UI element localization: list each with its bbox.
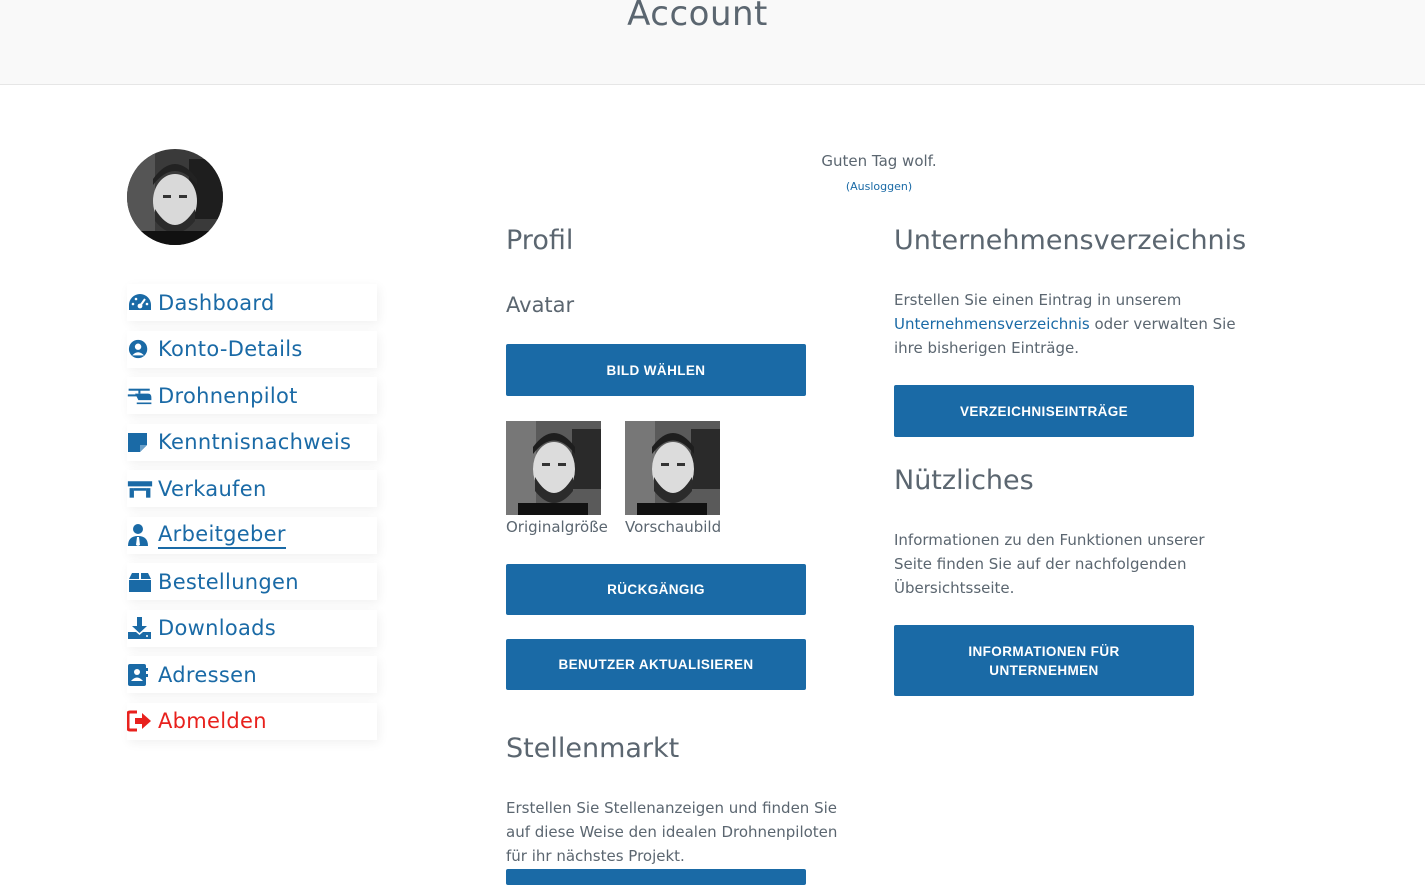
jobs-button[interactable] bbox=[506, 869, 806, 885]
gauge-icon bbox=[127, 291, 153, 315]
nav-label: Verkaufen bbox=[158, 476, 267, 501]
nav-label: Kenntnisnachweis bbox=[158, 430, 352, 454]
nav-item-bestellungen[interactable]: Bestellungen bbox=[127, 563, 377, 600]
user-tie-icon bbox=[127, 523, 153, 547]
nav-item-arbeitgeber[interactable]: Arbeitgeber bbox=[127, 516, 377, 554]
sticky-note-icon bbox=[127, 430, 153, 454]
download-icon bbox=[127, 616, 153, 640]
choose-image-button[interactable]: BILD WÄHLEN bbox=[506, 344, 806, 396]
nav-item-drohnenpilot[interactable]: Drohnenpilot bbox=[127, 377, 377, 414]
nav-item-abmelden[interactable]: Abmelden bbox=[127, 702, 377, 740]
logout-link[interactable]: (Ausloggen) bbox=[780, 180, 978, 193]
avatar-heading: Avatar bbox=[506, 293, 575, 317]
nav-item-adressen[interactable]: Adressen bbox=[127, 656, 377, 693]
greeting-text: Guten Tag wolf. bbox=[821, 152, 937, 170]
directory-entries-button[interactable]: VERZEICHNISEINTRÄGE bbox=[894, 385, 1194, 437]
nav-item-konto-details[interactable]: Konto-Details bbox=[127, 330, 377, 368]
useful-heading: Nützliches bbox=[894, 465, 1034, 496]
account-navigation: Dashboard Konto-Details Drohnenpilot Ken… bbox=[127, 284, 377, 749]
user-avatar bbox=[127, 149, 223, 245]
address-book-icon bbox=[127, 663, 153, 687]
nav-label: Konto-Details bbox=[158, 337, 303, 361]
directory-heading: Unternehmensverzeichnis bbox=[894, 225, 1247, 256]
avatar-portrait-image bbox=[127, 149, 223, 245]
helicopter-icon bbox=[127, 384, 153, 408]
sign-out-icon bbox=[127, 709, 153, 733]
thumb-original-label: Originalgröße bbox=[506, 518, 608, 536]
directory-text-before: Erstellen Sie einen Eintrag in unserem bbox=[894, 291, 1182, 309]
nav-item-kenntnisnachweis[interactable]: Kenntnisnachweis bbox=[127, 423, 377, 461]
thumb-preview-label: Vorschaubild bbox=[625, 518, 722, 536]
nav-label: Bestellungen bbox=[158, 569, 299, 594]
avatar-preview-image bbox=[625, 421, 720, 515]
profile-heading: Profil bbox=[506, 225, 574, 256]
page-title: Account bbox=[627, 0, 768, 34]
update-user-button[interactable]: BENUTZER AKTUALISIEREN bbox=[506, 639, 806, 690]
nav-label: Adressen bbox=[158, 662, 257, 687]
nav-item-verkaufen[interactable]: Verkaufen bbox=[127, 470, 377, 507]
useful-text: Informationen zu den Funktionen unserer … bbox=[894, 531, 1205, 597]
user-circle-icon bbox=[127, 337, 153, 361]
directory-text: Erstellen Sie einen Eintrag in unserem U… bbox=[894, 288, 1249, 360]
jobs-heading: Stellenmarkt bbox=[506, 733, 680, 764]
nav-label: Abmelden bbox=[158, 709, 267, 733]
nav-item-downloads[interactable]: Downloads bbox=[127, 609, 377, 647]
undo-button[interactable]: RÜCKGÄNGIG bbox=[506, 564, 806, 615]
nav-label: Arbeitgeber bbox=[158, 522, 286, 549]
nav-label: Downloads bbox=[158, 616, 277, 640]
nav-label: Drohnenpilot bbox=[158, 383, 298, 408]
nav-item-dashboard[interactable]: Dashboard bbox=[127, 284, 377, 321]
company-info-button[interactable]: INFORMATIONEN FÜR UNTERNEHMEN bbox=[894, 625, 1194, 696]
nav-label: Dashboard bbox=[158, 290, 275, 315]
page-header: Account bbox=[0, 0, 1425, 85]
box-icon bbox=[127, 570, 153, 594]
avatar-original-image bbox=[506, 421, 601, 515]
directory-link[interactable]: Unternehmensverzeichnis bbox=[894, 315, 1090, 333]
jobs-text: Erstellen Sie Stellenanzeigen und finden… bbox=[506, 799, 838, 865]
store-icon bbox=[127, 477, 153, 501]
